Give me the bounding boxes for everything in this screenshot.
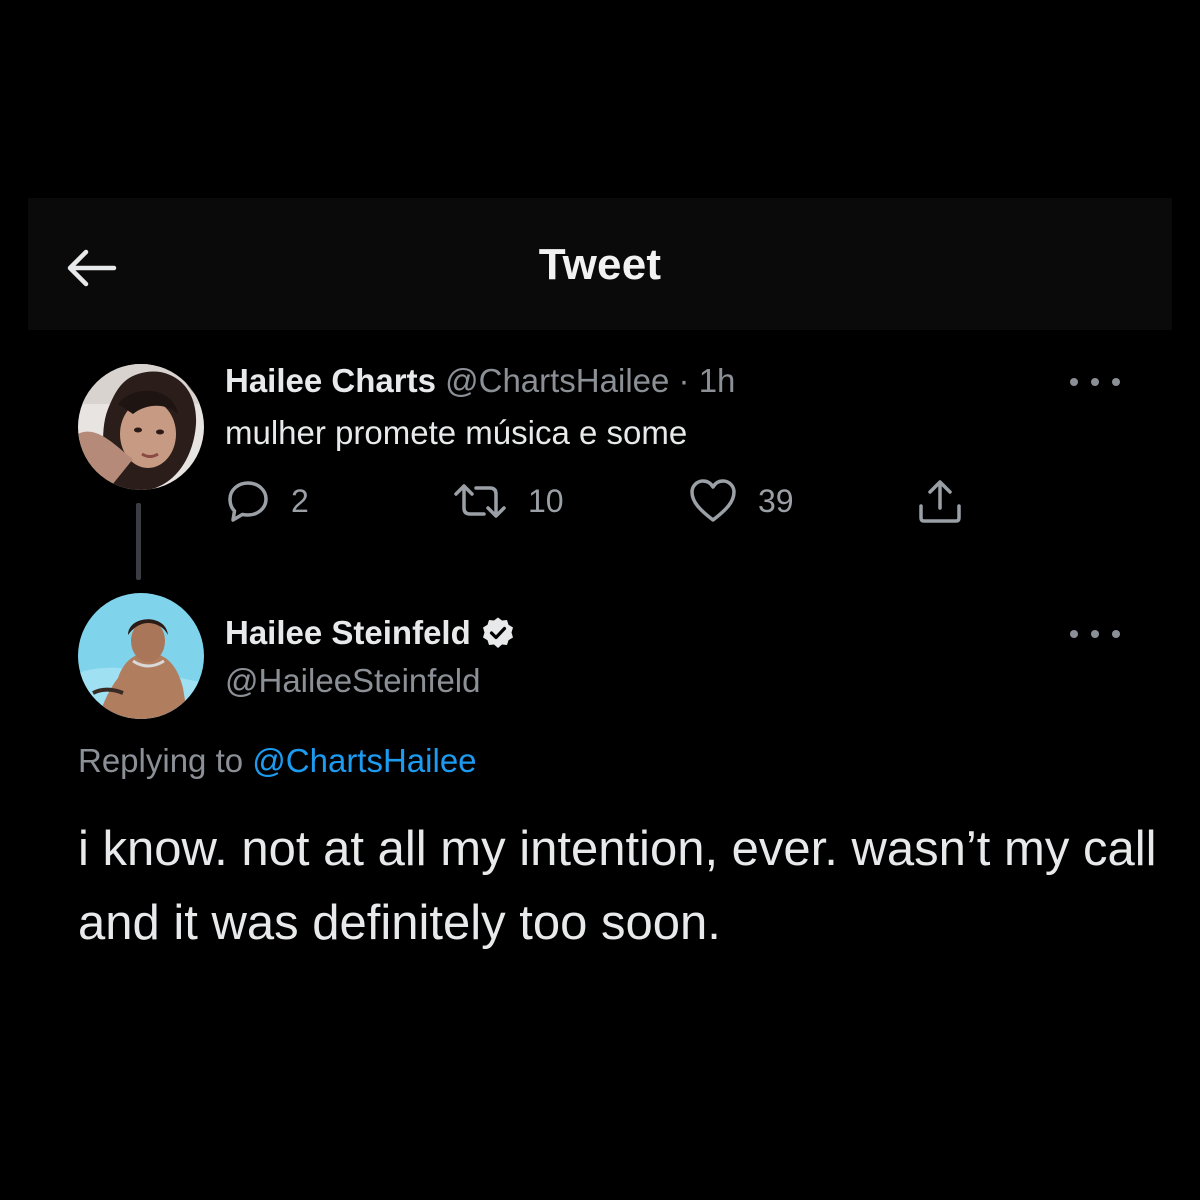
like-count: 39 (758, 482, 794, 519)
avatar[interactable] (78, 364, 204, 490)
reply-button[interactable]: 2 (225, 476, 309, 526)
more-horizontal-icon (1091, 378, 1099, 386)
replying-to-line: Replying to @ChartsHailee (78, 742, 477, 780)
like-button[interactable]: 39 (688, 476, 794, 526)
main-author-name[interactable]: Hailee Steinfeld (225, 614, 471, 652)
replying-to-link[interactable]: @ChartsHailee (252, 742, 476, 779)
share-icon (919, 480, 961, 523)
reply-icon (228, 481, 268, 522)
main-author-row: Hailee Steinfeld (225, 614, 515, 652)
parent-more-button[interactable] (1070, 372, 1120, 392)
verified-badge-icon (481, 616, 515, 650)
more-horizontal-icon (1070, 630, 1078, 638)
parent-author-name[interactable]: Hailee Charts (225, 362, 436, 399)
more-horizontal-icon (1091, 630, 1099, 638)
avatar-photo-icon (78, 364, 204, 490)
replying-prefix: Replying to (78, 742, 244, 779)
meta-separator: · (678, 362, 690, 399)
retweet-button[interactable]: 10 (452, 476, 564, 526)
retweet-count: 10 (528, 482, 564, 519)
retweet-icon (454, 484, 506, 518)
main-more-button[interactable] (1070, 624, 1120, 644)
parent-tweet-header: Hailee Charts @ChartsHailee · 1h (225, 362, 735, 400)
main-tweet-text: i know. not at all my intention, ever. w… (78, 822, 1157, 950)
avatar-photo-icon (78, 593, 204, 719)
more-horizontal-icon (1070, 378, 1078, 386)
heart-icon (690, 479, 736, 522)
page-title: Tweet (538, 240, 662, 289)
parent-author-handle[interactable]: @ChartsHailee (445, 362, 669, 399)
more-horizontal-icon (1112, 378, 1120, 386)
parent-tweet-text: mulher promete música e some (225, 414, 688, 451)
reply-count: 2 (291, 482, 309, 519)
main-author-handle[interactable]: @HaileeSteinfeld (225, 662, 480, 700)
share-button[interactable] (915, 476, 965, 526)
avatar[interactable] (78, 593, 204, 719)
more-horizontal-icon (1112, 630, 1120, 638)
thread-connector (136, 503, 141, 580)
parent-tweet-time[interactable]: 1h (699, 362, 736, 399)
